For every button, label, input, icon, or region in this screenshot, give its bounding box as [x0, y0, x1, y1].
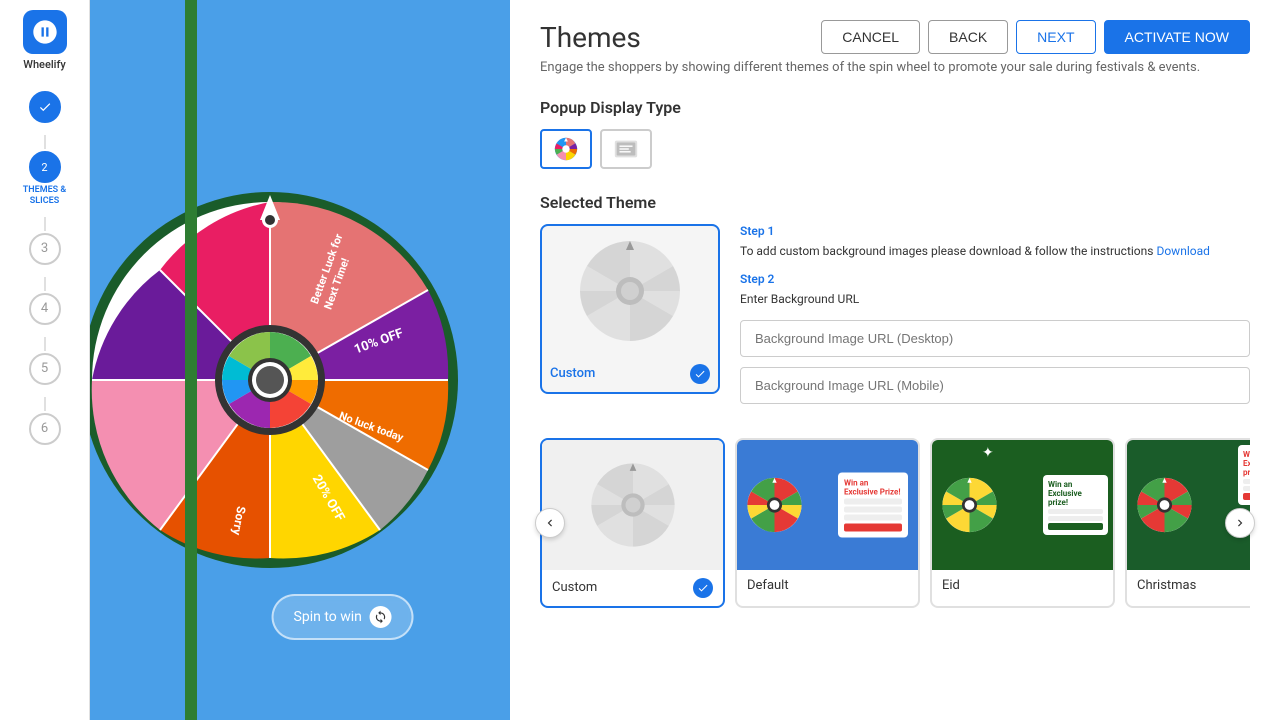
step-2[interactable]: 2 THEMES & SLICES: [0, 151, 89, 207]
theme-custom-check: [693, 578, 713, 598]
spin-icon: [370, 606, 392, 628]
theme-christmas-name: Christmas: [1137, 578, 1196, 593]
selected-theme-preview: Custom: [540, 224, 720, 394]
step2-label: Step 2: [740, 272, 1250, 286]
selected-check-icon: [690, 364, 710, 384]
next-button[interactable]: NEXT: [1016, 20, 1095, 54]
download-link[interactable]: Download: [1156, 244, 1209, 258]
selected-theme-name-bar: Custom: [550, 360, 710, 384]
theme-card-default[interactable]: Win an Exclusive Prize!: [735, 438, 920, 608]
app-name: Wheelify: [23, 58, 65, 71]
step1-label: Step 1: [740, 224, 1250, 238]
carousel-prev-button[interactable]: [535, 508, 565, 538]
step2-desc: Enter Background URL: [740, 290, 1250, 308]
page-subtitle: Engage the shoppers by showing different…: [540, 58, 1250, 78]
wheel-container: Better Luck for Next Time! 10% OFF No lu…: [90, 190, 460, 570]
theme-eid-footer: Eid: [932, 570, 1113, 601]
selected-theme-title: Selected Theme: [540, 193, 1250, 212]
spin-wheel-svg: Better Luck for Next Time! 10% OFF No lu…: [90, 190, 460, 570]
logo-area: Wheelify: [23, 10, 67, 71]
theme-default-footer: Default: [737, 570, 918, 601]
popup-type-options: [540, 129, 1250, 169]
selected-theme-layout: Custom Step 1 To add custom background i…: [540, 224, 1250, 414]
popup-display-section: Popup Display Type: [540, 98, 1250, 169]
selected-theme-section: Selected Theme: [540, 193, 1250, 414]
step-1[interactable]: [0, 91, 89, 125]
popup-display-title: Popup Display Type: [540, 98, 1250, 117]
step-2-label: THEMES & SLICES: [10, 185, 80, 207]
theme-card-custom[interactable]: Custom: [540, 438, 725, 608]
activate-button[interactable]: ACTIVATE NOW: [1104, 20, 1250, 54]
cancel-button[interactable]: CANCEL: [821, 20, 920, 54]
step-6-circle: 6: [29, 413, 61, 445]
themes-carousel-wrapper: Custom Win an Exclusive Prize!: [540, 438, 1250, 608]
app-logo: [23, 10, 67, 54]
step1-desc: To add custom background images please d…: [740, 242, 1250, 260]
theme-christmas-img: Win an Exclusive prize!: [1127, 440, 1250, 570]
main-content: Themes CANCEL BACK NEXT ACTIVATE NOW Eng…: [510, 0, 1280, 720]
theme-eid-img: Win an Exclusive prize! ✦: [932, 440, 1113, 570]
step-3[interactable]: 3: [0, 233, 89, 267]
spin-button-label: Spin to win: [294, 609, 362, 625]
step-5[interactable]: 5: [0, 353, 89, 387]
popup-type-wheel[interactable]: [540, 129, 592, 169]
theme-christmas-footer: Christmas: [1127, 570, 1250, 601]
green-sidebar: [185, 0, 197, 720]
theme-card-eid[interactable]: Win an Exclusive prize! ✦: [930, 438, 1115, 608]
desktop-url-input[interactable]: [740, 320, 1250, 357]
step-2-circle: 2: [29, 151, 61, 183]
step-4[interactable]: 4: [0, 293, 89, 327]
back-button[interactable]: BACK: [928, 20, 1008, 54]
theme-default-name: Default: [747, 578, 789, 593]
popup-type-scratch[interactable]: [600, 129, 652, 169]
theme-custom-wheel: [583, 455, 683, 555]
theme-custom-img: [542, 440, 723, 570]
mobile-url-input[interactable]: [740, 367, 1250, 404]
preview-wheel-svg: [570, 236, 690, 346]
themes-grid: Custom Win an Exclusive Prize!: [540, 438, 1250, 608]
theme-custom-footer: Custom: [542, 570, 723, 606]
action-buttons: CANCEL BACK NEXT ACTIVATE NOW: [821, 20, 1250, 54]
spin-button[interactable]: Spin to win: [272, 594, 414, 640]
selected-theme-name: Custom: [550, 366, 595, 381]
step-4-circle: 4: [29, 293, 61, 325]
wheel-preview-area: Better Luck for Next Time! 10% OFF No lu…: [90, 0, 510, 720]
step-3-circle: 3: [29, 233, 61, 265]
step-6[interactable]: 6: [0, 413, 89, 447]
sidebar: Wheelify 2 THEMES & SLICES 3 4 5 6: [0, 0, 90, 720]
theme-default-img: Win an Exclusive Prize!: [737, 440, 918, 570]
theme-eid-name: Eid: [942, 578, 960, 593]
carousel-next-button[interactable]: [1225, 508, 1255, 538]
page-title: Themes: [540, 21, 641, 54]
theme-custom-name: Custom: [552, 580, 597, 595]
top-header: Themes CANCEL BACK NEXT ACTIVATE NOW: [540, 20, 1250, 54]
theme-instructions: Step 1 To add custom background images p…: [740, 224, 1250, 414]
step-5-circle: 5: [29, 353, 61, 385]
step-1-circle: [29, 91, 61, 123]
